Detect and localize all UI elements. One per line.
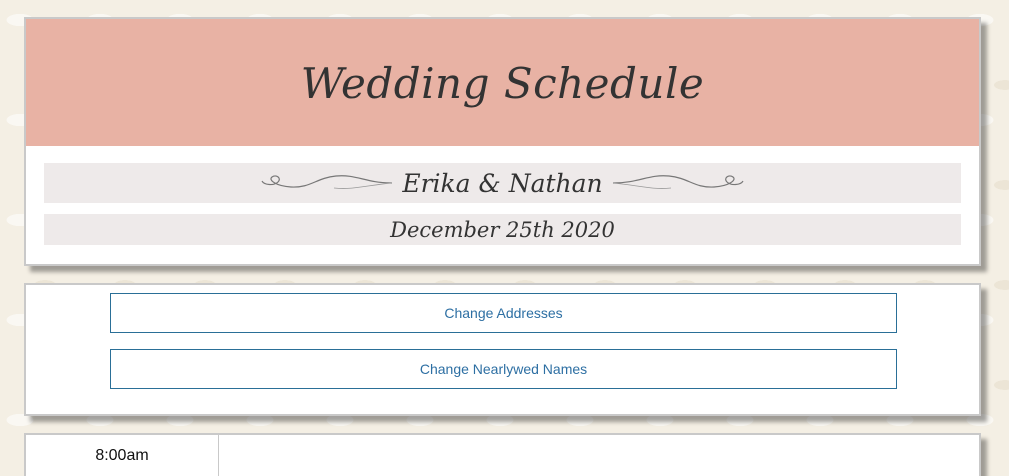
change-addresses-button[interactable]: Change Addresses (110, 293, 897, 333)
change-names-button[interactable]: Change Nearlywed Names (110, 349, 897, 389)
right-flourish-icon (612, 175, 744, 189)
schedule-event-cell[interactable] (219, 435, 979, 476)
left-flourish-icon (261, 175, 393, 189)
wedding-date-bar: December 25th 2020 (44, 214, 961, 245)
actions-card: Change Addresses Change Nearlywed Names (24, 283, 981, 416)
schedule-card: 8:00am (24, 433, 981, 476)
title-banner: Wedding Schedule (26, 19, 979, 146)
schedule-time-cell: 8:00am (26, 435, 219, 476)
wedding-date: December 25th 2020 (390, 217, 615, 242)
couple-names: Erika & Nathan (402, 168, 603, 198)
header-card: Wedding Schedule Erika & Nathan December… (24, 17, 981, 266)
page-title: Wedding Schedule (300, 59, 705, 108)
couple-names-bar: Erika & Nathan (44, 163, 961, 203)
